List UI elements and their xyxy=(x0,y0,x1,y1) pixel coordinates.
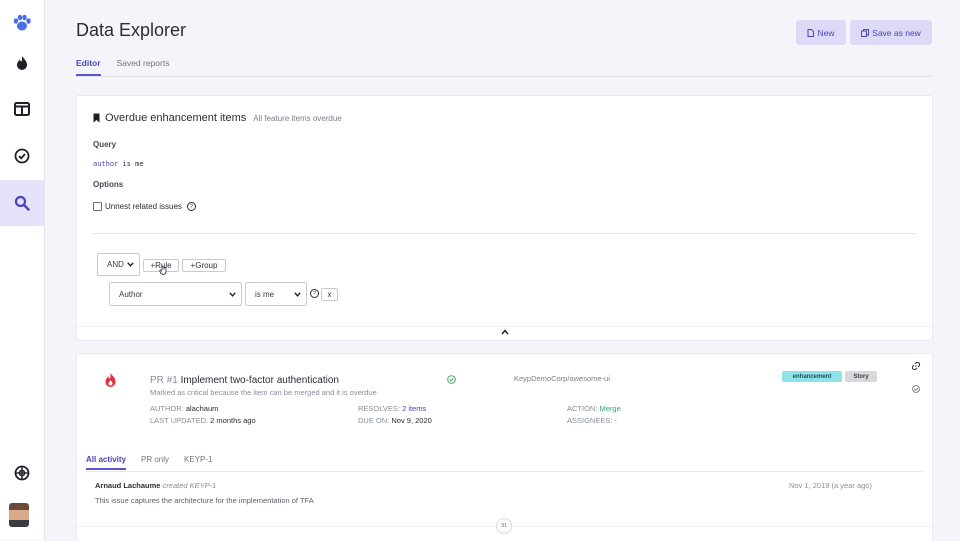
sidebar-item-data-explorer[interactable] xyxy=(0,180,44,226)
tab-editor[interactable]: Editor xyxy=(76,58,101,76)
flame-icon xyxy=(105,373,116,387)
due-value: Nov 9, 2020 xyxy=(391,416,432,425)
pr-subtitle: Marked as critical because the item can … xyxy=(150,388,377,397)
repo-name[interactable]: KeypDemoCorp/awesome-ui xyxy=(514,374,610,383)
check-circle-icon xyxy=(14,148,30,164)
last-updated-value: 2 months ago xyxy=(210,416,256,425)
sidebar-item-dashboard[interactable] xyxy=(0,86,44,132)
assignees-value: - xyxy=(614,416,618,425)
activity-tabs: All activity PR only KEYP-1 xyxy=(86,455,213,470)
chevron-down-icon xyxy=(127,262,134,267)
rule-comparator-value: is me xyxy=(255,289,275,299)
label-story: Story xyxy=(845,371,877,382)
search-icon xyxy=(14,195,30,211)
due-label: DUE ON: xyxy=(358,416,390,425)
operator-select[interactable]: AND xyxy=(97,253,140,276)
author-label: AUTHOR: xyxy=(150,404,184,413)
activity-counter[interactable]: 31 xyxy=(496,518,512,534)
page-title: Data Explorer xyxy=(76,20,187,40)
unnest-label: Unnest related issues xyxy=(105,202,182,211)
link-icon[interactable] xyxy=(912,362,920,370)
unnest-option: Unnest related issues ? xyxy=(93,202,196,211)
activity-action: created KEYP-1 xyxy=(162,481,217,490)
query-rest: is me xyxy=(118,160,144,168)
last-updated-meta: LAST UPDATED: 2 months ago xyxy=(150,416,256,425)
report-title: Overdue enhancement items All feature it… xyxy=(93,112,342,124)
main-content: Data Explorer New Save as new Editor Sav… xyxy=(44,0,960,541)
activity-body: This issue captures the architecture for… xyxy=(95,496,314,505)
sidebar-item-priorities[interactable] xyxy=(0,40,44,86)
operator-value: AND xyxy=(107,260,124,269)
label-enhancement: enhancement xyxy=(782,371,842,382)
query-keyword: author xyxy=(93,160,119,168)
rule-comparator-select[interactable]: is me xyxy=(245,282,307,306)
sidebar-item-help[interactable] xyxy=(0,450,44,496)
query-label: Query xyxy=(93,140,117,149)
assignees-label: ASSIGNEES: xyxy=(567,416,613,425)
activity-divider xyxy=(86,471,923,472)
avatar[interactable] xyxy=(9,503,29,527)
resolves-link[interactable]: 2 items xyxy=(402,404,426,413)
action-meta: ACTION: Merge xyxy=(567,404,621,413)
paw-logo-icon xyxy=(13,14,31,31)
chevron-up-icon[interactable] xyxy=(501,329,509,335)
due-meta: DUE ON: Nov 9, 2020 xyxy=(358,416,432,425)
activity-user[interactable]: Arnaud Lachaume xyxy=(95,481,160,490)
result-item-card[interactable]: PR #1 Implement two-factor authenticatio… xyxy=(76,353,933,541)
chevron-down-icon xyxy=(229,291,236,297)
save-as-new-button-label: Save as new xyxy=(872,27,921,38)
save-as-new-button[interactable]: Save as new xyxy=(850,20,932,45)
last-updated-label: LAST UPDATED: xyxy=(150,416,209,425)
new-button-label: New xyxy=(817,27,835,38)
rule-field-value: Author xyxy=(119,289,143,299)
query-divider xyxy=(93,233,916,234)
action-value[interactable]: Merge xyxy=(600,404,621,413)
remove-rule-button[interactable]: x xyxy=(321,288,338,301)
help-icon[interactable]: ? xyxy=(186,202,196,211)
query-text[interactable]: author is me xyxy=(93,160,144,168)
lifebuoy-icon xyxy=(14,465,30,481)
file-icon xyxy=(807,28,815,37)
unnest-checkbox[interactable] xyxy=(93,202,102,211)
layout-icon xyxy=(14,102,30,116)
tab-divider xyxy=(76,76,932,77)
rule-field-select[interactable]: Author xyxy=(109,282,242,306)
check-circle-icon xyxy=(447,375,456,384)
new-button[interactable]: New xyxy=(796,20,846,45)
resolves-label: RESOLVES: xyxy=(358,404,400,413)
rule-help-icon[interactable]: ? xyxy=(310,289,319,298)
page-tabs: Editor Saved reports xyxy=(76,58,169,76)
add-group-button[interactable]: +Group xyxy=(182,259,226,272)
tab-keyp-1[interactable]: KEYP-1 xyxy=(184,455,212,470)
assignees-meta: ASSIGNEES: - xyxy=(567,416,617,425)
author-meta: AUTHOR: alachaum xyxy=(150,404,218,413)
pr-number: PR #1 xyxy=(150,375,178,386)
chevron-down-icon xyxy=(294,291,301,297)
pr-title-text: Implement two-factor authentication xyxy=(180,375,339,386)
query-card: Overdue enhancement items All feature it… xyxy=(76,95,933,341)
action-label: ACTION: xyxy=(567,404,598,413)
author-value: alachaum xyxy=(185,404,219,413)
collapse-divider xyxy=(77,326,932,327)
tab-pr-only[interactable]: PR only xyxy=(141,455,169,470)
pr-title[interactable]: PR #1 Implement two-factor authenticatio… xyxy=(150,375,339,386)
sidebar xyxy=(0,0,45,540)
copy-icon xyxy=(861,28,870,37)
resolves-meta: RESOLVES: 2 items xyxy=(358,404,426,413)
activity-date: Nov 1, 2019 (a year ago) xyxy=(789,481,872,490)
flame-icon xyxy=(17,56,27,70)
bookmark-icon xyxy=(93,113,100,123)
report-subtitle: All feature items overdue xyxy=(253,113,342,123)
check-circle-icon[interactable] xyxy=(912,385,920,393)
cursor-hand-icon xyxy=(159,264,167,275)
activity-entry-header: Arnaud Lachaume created KEYP-1 xyxy=(95,481,216,490)
options-label: Options xyxy=(93,180,124,189)
tab-all-activity[interactable]: All activity xyxy=(86,455,127,470)
report-title-text: Overdue enhancement items xyxy=(105,112,247,124)
tab-saved-reports[interactable]: Saved reports xyxy=(117,58,170,76)
sidebar-item-tasks[interactable] xyxy=(0,133,44,179)
